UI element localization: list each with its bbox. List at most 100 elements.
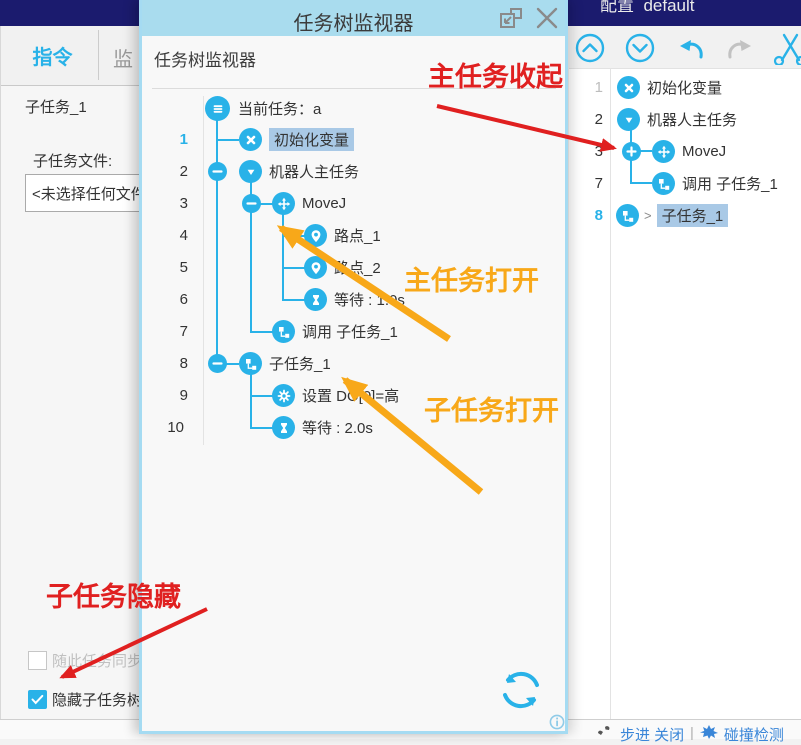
- tree-row-subtask1[interactable]: > 子任务_1: [616, 204, 728, 227]
- line-number: 9: [158, 387, 188, 404]
- collision-detect-status[interactable]: 碰撞检测: [724, 724, 784, 745]
- config-row: 配置 default: [600, 0, 695, 16]
- line-number: 3: [573, 143, 603, 160]
- tree-row-init-vars[interactable]: 初始化变量: [239, 128, 354, 151]
- annotation-hide-sub: 子任务隐藏: [46, 575, 181, 614]
- line-number: 1: [573, 79, 603, 96]
- tree-row-label: 设置 DO[0]=高: [302, 385, 399, 406]
- subtree-icon: [616, 204, 639, 227]
- cut-icon[interactable]: [775, 35, 801, 65]
- line-number: 7: [158, 323, 188, 340]
- tree-row-label: 机器人主任务: [647, 109, 737, 130]
- sync-checkbox[interactable]: [28, 651, 47, 670]
- refresh-icon[interactable]: [497, 666, 545, 714]
- hide-subtree-checkbox-row[interactable]: 隐藏子任务树: [28, 689, 142, 710]
- tree-row-wait1[interactable]: 等待 : 1.0s: [304, 288, 405, 311]
- x-icon: [239, 128, 262, 151]
- footsteps-icon: [596, 724, 614, 738]
- config-label: 配置: [600, 0, 634, 15]
- redo-icon[interactable]: [730, 40, 751, 57]
- menu-icon: [205, 96, 230, 121]
- hide-subtree-checkbox[interactable]: [28, 690, 47, 709]
- config-value[interactable]: default: [643, 0, 694, 15]
- tree-row-label: 等待 : 2.0s: [302, 417, 373, 438]
- tree-line: [640, 150, 652, 152]
- tree-row-subtask1[interactable]: 子任务_1: [239, 352, 331, 375]
- dialog-titlebar[interactable]: 任务树监视器: [142, 0, 565, 36]
- tree-line: [282, 267, 305, 269]
- tree-row-main-task[interactable]: 机器人主任务: [239, 160, 359, 183]
- tree-row-call-subtask[interactable]: 调用 子任务_1: [652, 172, 778, 195]
- move-icon: [652, 140, 675, 163]
- tree-row-label: 机器人主任务: [269, 161, 359, 182]
- hourglass-icon: [304, 288, 327, 311]
- tree-row-label: 等待 : 1.0s: [334, 289, 405, 310]
- line-number: 10: [154, 419, 184, 436]
- restore-icon[interactable]: [499, 7, 525, 31]
- tree-row-set-do[interactable]: 设置 DO[0]=高: [272, 384, 399, 407]
- program-tree-panel: 1 初始化变量 2 机器人主任务 3 MoveJ 7 调用 子任务_1 8 > …: [569, 26, 801, 719]
- tab-instruction[interactable]: 指令: [7, 26, 98, 84]
- triangle-down-icon: [239, 160, 262, 183]
- gutter-divider: [203, 96, 204, 445]
- move-icon: [272, 192, 295, 215]
- hourglass-icon: [272, 416, 295, 439]
- tree-line: [250, 427, 273, 429]
- collapse-minus-icon[interactable]: [208, 162, 227, 181]
- gutter-divider: [610, 68, 611, 719]
- tab-monitor[interactable]: 监: [113, 43, 133, 72]
- line-number: 2: [573, 111, 603, 128]
- tab-divider: [98, 30, 99, 80]
- tree-row-movej[interactable]: MoveJ: [272, 192, 346, 215]
- line-number: 2: [158, 163, 188, 180]
- collapse-minus-icon[interactable]: [208, 354, 227, 373]
- step-status[interactable]: 步进 关闭: [620, 724, 684, 745]
- tree-row-label: 路点_2: [334, 257, 381, 278]
- dialog-subtitle: 任务树监视器: [154, 46, 256, 71]
- tree-row-current-task[interactable]: 当前任务：a: [205, 96, 321, 121]
- sync-checkbox-row[interactable]: 随此任务同步: [28, 650, 142, 671]
- tree-line: [630, 182, 652, 184]
- tree-line: [250, 374, 252, 428]
- move-up-icon[interactable]: [577, 35, 603, 61]
- collapse-minus-icon[interactable]: [242, 194, 261, 213]
- sync-checkbox-label: 随此任务同步: [52, 650, 142, 671]
- line-number: 5: [158, 259, 188, 276]
- checkmark-icon: [29, 691, 46, 708]
- subtask-title: 子任务_1: [25, 96, 87, 117]
- subtree-icon: [239, 352, 262, 375]
- tree-row-label: 调用 子任务_1: [682, 173, 778, 194]
- task-tree-monitor-dialog: 任务树监视器 任务树监视器 当前任务：a 1 初始化变量 2 机器人主任务: [139, 0, 568, 734]
- info-icon[interactable]: [549, 714, 565, 730]
- x-icon: [617, 76, 640, 99]
- tree-row-movej[interactable]: MoveJ: [652, 140, 726, 163]
- left-panel: 指令 监 子任务_1 子任务文件: <未选择任何文件 随此任务同步 隐藏子任务树: [0, 26, 141, 719]
- left-tab-bar: 指令 监: [1, 26, 141, 86]
- subtask-file-label: 子任务文件:: [33, 150, 112, 171]
- line-number: 8: [158, 355, 188, 372]
- tree-row-waypoint1[interactable]: 路点_1: [304, 224, 381, 247]
- subtree-icon: [652, 172, 675, 195]
- annotation-open-main: 主任务打开: [404, 259, 539, 298]
- tree-row-init-vars[interactable]: 初始化变量: [617, 76, 722, 99]
- undo-icon[interactable]: [680, 40, 701, 57]
- expand-plus-icon[interactable]: [622, 142, 641, 161]
- pin-icon: [304, 224, 327, 247]
- hide-subtree-checkbox-label: 隐藏子任务树: [52, 689, 142, 710]
- tree-row-call-subtask[interactable]: 调用 子任务_1: [272, 320, 398, 343]
- close-icon[interactable]: [535, 6, 559, 30]
- tree-row-main-task[interactable]: 机器人主任务: [617, 108, 737, 131]
- move-down-icon[interactable]: [627, 35, 653, 61]
- line-number: 3: [158, 195, 188, 212]
- tree-line: [282, 235, 305, 237]
- tree-line: [282, 299, 305, 301]
- tree-toolbar: [569, 26, 801, 69]
- tree-row-waypoint2[interactable]: 路点_2: [304, 256, 381, 279]
- chevron-right-icon[interactable]: >: [644, 208, 652, 223]
- tree-row-label: MoveJ: [302, 195, 346, 212]
- subtree-icon: [272, 320, 295, 343]
- gear-icon: [272, 384, 295, 407]
- tree-line: [282, 214, 284, 300]
- tree-row-wait2[interactable]: 等待 : 2.0s: [272, 416, 373, 439]
- annotation-collapse-main: 主任务收起: [428, 55, 563, 94]
